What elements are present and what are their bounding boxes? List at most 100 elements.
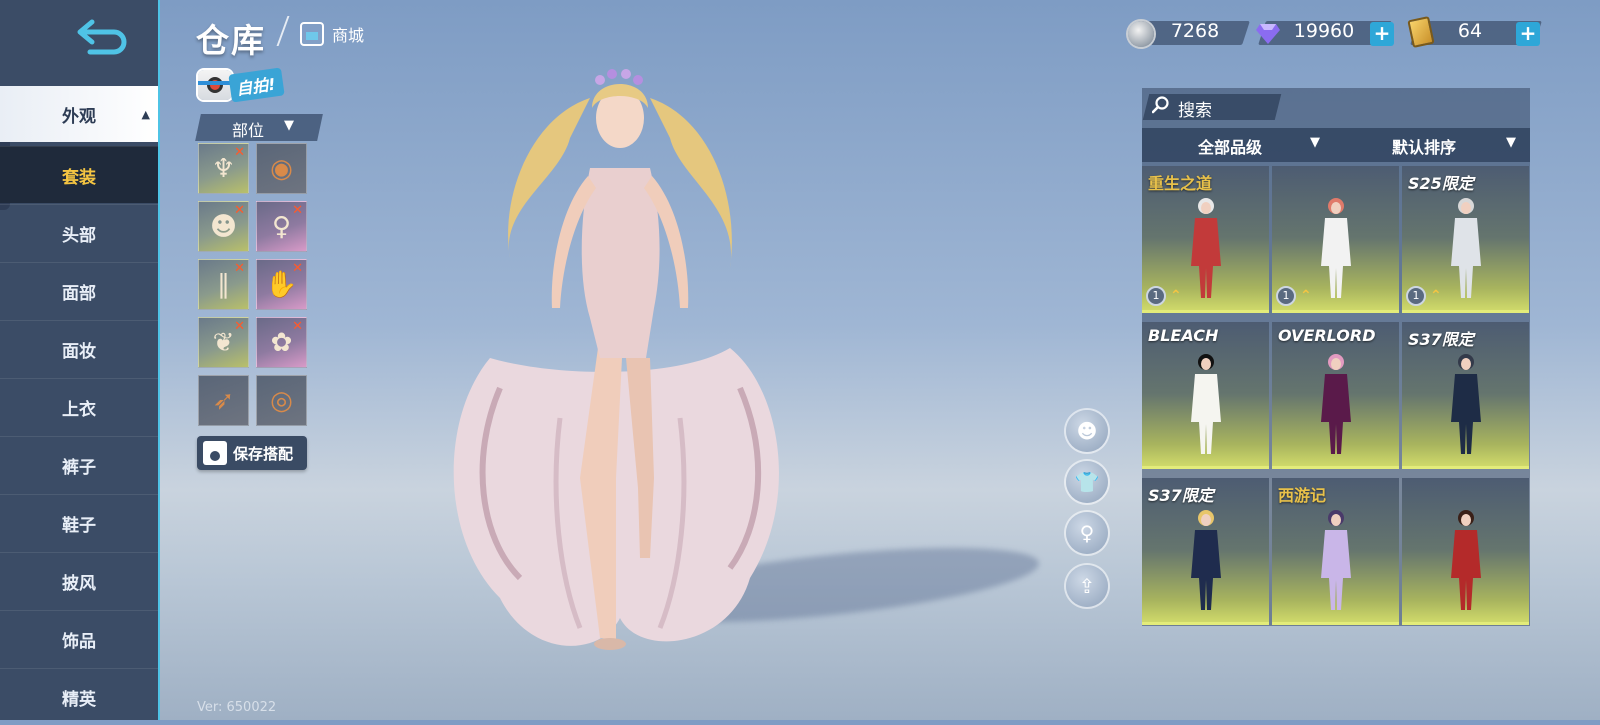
costume-figure [1321, 510, 1351, 610]
remove-x-icon[interactable]: ✕ [292, 203, 303, 218]
mask-slot-icon: ◉ [270, 153, 293, 184]
character-model[interactable] [440, 58, 800, 670]
sidebar-item-9[interactable]: 精英 [0, 668, 158, 725]
sidebar-item-label: 套装 [62, 167, 96, 188]
store-link[interactable]: 商城 [300, 22, 364, 46]
remove-x-icon[interactable]: ✕ [234, 145, 245, 160]
part-slot[interactable]: ☻ ✕ [198, 201, 249, 252]
costume-series-label: OVERLORD [1278, 326, 1376, 345]
sidebar-item-5[interactable]: 裤子 [0, 436, 158, 493]
sidebar-item-1[interactable]: 头部 [0, 204, 158, 261]
costume-series-label: S37限定 [1408, 330, 1474, 349]
costume-card[interactable]: 西游记 [1272, 478, 1399, 625]
sidebar-item-label: 头部 [62, 225, 96, 246]
chevron-down-icon: ▼ [1310, 135, 1320, 150]
part-slot[interactable]: ❦ ✕ [198, 317, 249, 368]
scroll-top-button[interactable]: ⇪ [1066, 565, 1108, 607]
page-title: 仓库 [196, 21, 266, 60]
chevron-down-icon: ▼ [1506, 135, 1516, 150]
remove-x-icon[interactable]: ✕ [292, 319, 303, 334]
category-label: 外观 [62, 106, 96, 127]
version-label: Ver: 650022 [197, 700, 277, 715]
star-rank-icon: 1 [1406, 286, 1426, 306]
remove-x-icon[interactable]: ✕ [292, 261, 303, 276]
sidebar-item-4[interactable]: 上衣 [0, 378, 158, 435]
quality-filter[interactable]: 全部品级 [1198, 134, 1262, 158]
part-slot[interactable]: ♆ ✕ [198, 143, 249, 194]
save-outfit-button[interactable]: 保存搭配 [197, 436, 307, 470]
costume-card[interactable]: BLEACH [1142, 322, 1269, 469]
costume-figure [1321, 198, 1351, 298]
add-diamond-button[interactable]: + [1370, 22, 1394, 46]
upgrade-icon: ⌃ [1300, 288, 1312, 304]
diamond-icon [1256, 24, 1280, 44]
star-rank-icon: 1 [1146, 286, 1166, 306]
sidebar-item-label: 上衣 [62, 399, 96, 420]
sidebar-item-0[interactable]: 套装 [0, 146, 158, 203]
remove-x-icon[interactable]: ✕ [234, 319, 245, 334]
outfit-view-button[interactable]: 👕 [1066, 461, 1108, 503]
part-slot[interactable]: ◉ [256, 143, 307, 194]
sidebar-item-label: 面妆 [62, 341, 96, 362]
diamond-value: 19960 [1293, 20, 1355, 42]
costume-card[interactable]: S37限定 [1142, 478, 1269, 625]
star-rank-icon: 1 [1276, 286, 1296, 306]
part-slot[interactable]: ◎ [256, 375, 307, 426]
costume-figure [1451, 510, 1481, 610]
back-arrow-icon[interactable] [70, 16, 130, 62]
sort-filter[interactable]: 默认排序 [1392, 134, 1456, 158]
search-placeholder: 搜索 [1178, 101, 1212, 121]
ticket-value: 64 [1457, 20, 1483, 42]
sidebar-item-3[interactable]: 面妆 [0, 320, 158, 377]
chevron-down-icon: ▼ [284, 118, 294, 133]
costume-figure [1191, 510, 1221, 610]
breadcrumb-divider [276, 16, 290, 46]
remove-x-icon[interactable]: ✕ [234, 203, 245, 218]
costume-card[interactable]: 重生之道 1 ⌃ [1142, 166, 1269, 313]
category-appearance[interactable]: 外观 ▲ [0, 86, 158, 142]
sidebar: 外观 ▲ 套装头部面部面妆上衣裤子鞋子披风饰品精英 [0, 0, 160, 720]
arrow-up-icon: ⇪ [1078, 574, 1096, 598]
gender-switch-button[interactable]: ♀ [1066, 512, 1108, 554]
sidebar-item-label: 披风 [62, 573, 96, 594]
costume-card[interactable]: S37限定 [1402, 322, 1529, 469]
shirt-icon: 👕 [1074, 470, 1100, 494]
part-slot[interactable]: ✋ ✕ [256, 259, 307, 310]
parts-dropdown-label: 部位 [232, 121, 265, 140]
wing-slot-icon: ➶ [212, 385, 235, 416]
store-label: 商城 [332, 26, 365, 45]
sidebar-item-2[interactable]: 面部 [0, 262, 158, 319]
part-slot[interactable]: ♀ ✕ [256, 201, 307, 252]
remove-x-icon[interactable]: ✕ [234, 261, 245, 276]
costume-series-label: 重生之道 [1148, 174, 1213, 193]
costume-figure [1451, 198, 1481, 298]
selfie-button[interactable]: 自拍! [198, 67, 286, 103]
costume-series-label: 西游记 [1278, 486, 1327, 505]
sidebar-item-label: 饰品 [62, 631, 96, 652]
selfie-label: 自拍! [228, 67, 286, 103]
part-slot[interactable]: ✿ ✕ [256, 317, 307, 368]
costume-figure [1191, 354, 1221, 454]
costume-card[interactable]: S25限定 1 ⌃ [1402, 166, 1529, 313]
sidebar-item-label: 精英 [62, 689, 96, 710]
costume-figure [1321, 354, 1351, 454]
triangle-up-icon: ▲ [141, 107, 150, 121]
upgrade-icon: ⌃ [1430, 288, 1442, 304]
add-ticket-button[interactable]: + [1516, 22, 1540, 46]
sidebar-item-label: 裤子 [62, 457, 96, 478]
part-slot[interactable]: ∥ ✕ [198, 259, 249, 310]
female-icon: ♀ [1079, 521, 1095, 545]
costume-card[interactable]: 1 ⌃ [1272, 166, 1399, 313]
costume-series-label: S25限定 [1408, 174, 1474, 193]
upgrade-icon: ⌃ [1170, 288, 1182, 304]
store-icon [300, 22, 324, 46]
part-slot[interactable]: ➶ [198, 375, 249, 426]
sidebar-item-8[interactable]: 饰品 [0, 610, 158, 667]
costume-card[interactable] [1402, 478, 1529, 625]
sidebar-item-7[interactable]: 披风 [0, 552, 158, 609]
search-icon [1152, 96, 1169, 114]
sidebar-item-6[interactable]: 鞋子 [0, 494, 158, 551]
save-icon [203, 441, 227, 465]
face-view-button[interactable]: ☻ [1066, 410, 1108, 452]
costume-card[interactable]: OVERLORD [1272, 322, 1399, 469]
